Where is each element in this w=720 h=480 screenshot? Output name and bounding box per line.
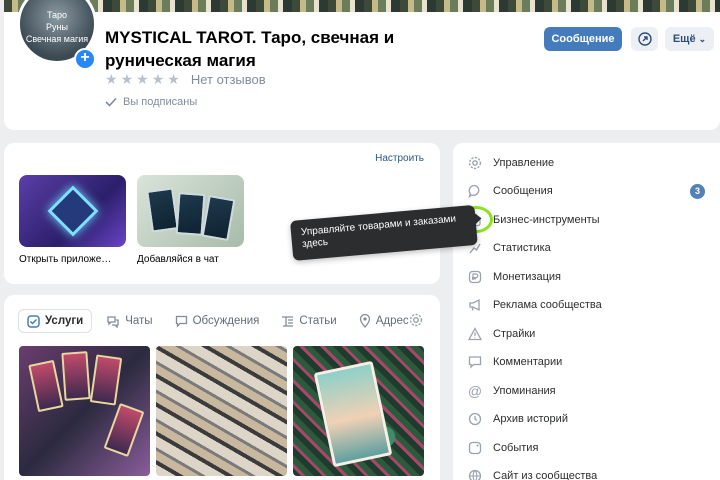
megaphone-icon <box>469 298 480 312</box>
tab-articles[interactable]: Статьи <box>273 309 344 333</box>
tab-label: Обсуждения <box>192 315 260 327</box>
avatar-add-button[interactable]: + <box>74 48 96 70</box>
menu-item-business-tools[interactable]: Бизнес-инструменты <box>467 206 715 234</box>
comment-icon <box>175 315 187 328</box>
comment-icon <box>468 356 482 369</box>
menu-label: Сообщения <box>493 185 553 197</box>
subscribed-status[interactable]: Вы подписаны <box>105 96 197 108</box>
more-label: Ещё <box>672 33 696 45</box>
article-icon <box>282 315 294 327</box>
subscribed-label: Вы подписаны <box>123 96 198 108</box>
warning-icon <box>468 327 482 341</box>
cover-image <box>4 0 720 12</box>
chat-thumbnail <box>137 175 244 247</box>
share-icon <box>637 32 652 46</box>
star-icon: ★ <box>105 71 118 87</box>
tab-bar: Услуги Чаты Обсуждения Статьи Адрес <box>18 309 409 333</box>
chat-label: Добавляйся в чат <box>137 254 219 265</box>
configure-link[interactable]: Настроить <box>375 153 424 164</box>
menu-label: Управление <box>493 157 555 169</box>
check-square-icon <box>27 314 40 328</box>
management-menu: Управление Сообщения 3 Бизнес-инструмент… <box>453 143 720 480</box>
tab-label: Чаты <box>125 315 153 327</box>
menu-item-ads[interactable]: Реклама сообщества <box>467 291 715 319</box>
menu-label: Страйки <box>493 328 536 340</box>
message-button[interactable]: Сообщение <box>544 27 622 51</box>
community-header: Таро Руны Свечная магия + MYSTICAL TAROT… <box>4 0 720 130</box>
chat-item[interactable]: Добавляйся в чат <box>137 175 244 265</box>
menu-label: Сайт из сообщества <box>493 470 598 480</box>
more-button[interactable]: Ещё ⌄ <box>665 27 714 51</box>
app-label: Открыть приложе… <box>19 254 112 265</box>
chevron-down-icon: ⌄ <box>698 33 707 44</box>
location-pin-icon <box>359 314 370 328</box>
history-icon <box>468 412 482 426</box>
tab-label: Услуги <box>45 315 84 327</box>
tab-services[interactable]: Услуги <box>18 309 93 333</box>
rating: ★ ★ ★ ★ ★ Нет отзывов <box>105 71 266 88</box>
gear-icon <box>468 156 482 170</box>
menu-label: Комментарии <box>493 356 563 368</box>
checkmark-icon <box>105 97 117 107</box>
menu-label: События <box>493 442 539 454</box>
service-photo[interactable] <box>19 346 150 476</box>
service-photo[interactable] <box>293 346 424 476</box>
star-icon: ★ <box>120 71 134 87</box>
avatar-text: Таро Руны Свечная магия <box>25 10 89 44</box>
app-item[interactable]: Открыть приложе… <box>19 175 126 265</box>
tab-address[interactable]: Адрес <box>351 309 409 333</box>
menu-item-comments[interactable]: Комментарии <box>467 348 715 376</box>
star-icon: ★ <box>167 71 180 87</box>
menu-item-monetization[interactable]: Монетизация <box>467 263 715 291</box>
menu-label: Архив историй <box>493 413 568 425</box>
tab-label: Адрес <box>375 315 409 327</box>
menu-label: Бизнес-инструменты <box>493 214 600 226</box>
reviews-link[interactable]: Нет отзывов <box>191 72 266 87</box>
tab-chats[interactable]: Чаты <box>98 309 160 333</box>
menu-item-events[interactable]: События <box>467 434 715 462</box>
menu-item-story-archive[interactable]: Архив историй <box>467 405 715 433</box>
message-icon <box>468 184 480 198</box>
unread-badge: 3 <box>690 183 705 199</box>
menu-item-mentions[interactable]: @ Упоминания <box>467 377 715 405</box>
menu-item-site[interactable]: Сайт из сообщества <box>467 462 715 480</box>
money-icon <box>468 270 482 284</box>
menu-item-management[interactable]: Управление <box>467 149 715 177</box>
at-icon: @ <box>467 383 483 399</box>
event-icon <box>468 441 482 455</box>
service-photo[interactable] <box>156 346 287 476</box>
menu-label: Реклама сообщества <box>493 299 602 311</box>
menu-label: Статистика <box>493 242 551 254</box>
menu-item-strikes[interactable]: Страйки <box>467 320 715 348</box>
page-title: MYSTICAL TAROT. Таро, свечная и руническ… <box>105 28 395 70</box>
menu-label: Упоминания <box>493 385 556 397</box>
star-icon: ★ <box>151 71 165 87</box>
menu-label: Монетизация <box>493 271 561 283</box>
chat-bubbles-icon <box>107 315 119 328</box>
star-icon: ★ <box>136 71 149 87</box>
content-block: Услуги Чаты Обсуждения Статьи Адрес <box>4 295 440 480</box>
tab-label: Статьи <box>299 315 337 327</box>
menu-item-messages[interactable]: Сообщения 3 <box>467 177 715 205</box>
app-thumbnail <box>19 175 126 247</box>
gear-icon[interactable] <box>409 313 423 327</box>
tab-discussions[interactable]: Обсуждения <box>167 309 268 333</box>
menu-item-statistics[interactable]: Статистика <box>467 234 715 262</box>
share-button[interactable] <box>631 27 658 51</box>
site-icon <box>468 469 482 480</box>
